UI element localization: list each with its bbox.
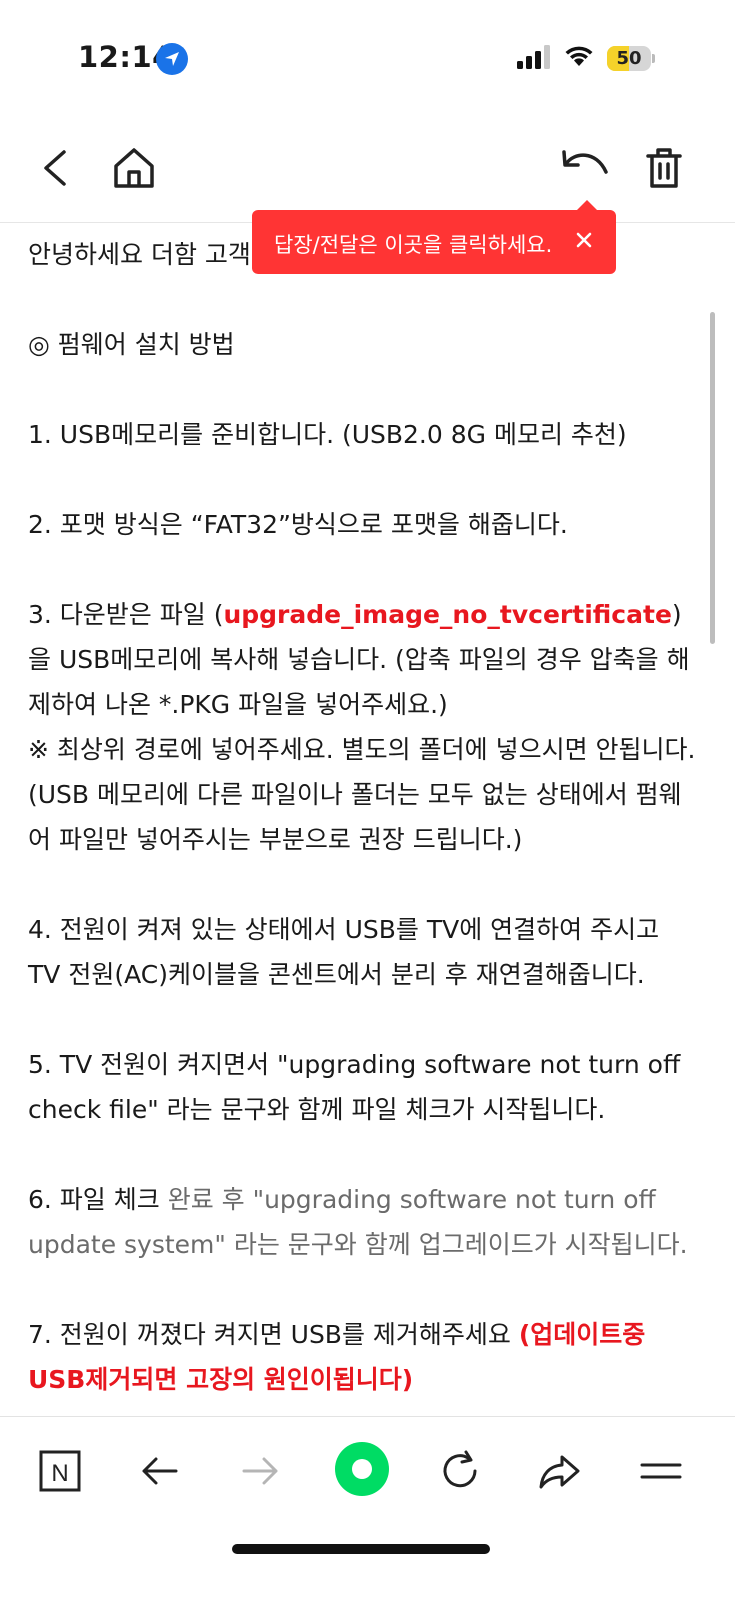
green-dot-icon bbox=[335, 1442, 389, 1496]
refresh-icon bbox=[443, 1450, 477, 1488]
reply-forward-button[interactable] bbox=[554, 138, 614, 198]
trash-icon bbox=[646, 148, 682, 188]
tooltip-text: 답장/전달은 이곳을 클릭하세요. bbox=[274, 233, 553, 257]
forward-arrow-icon bbox=[242, 1457, 278, 1485]
step-3: 3. 다운받은 파일 (upgrade_image_no_tvcertifica… bbox=[28, 600, 690, 719]
step-6: 6. 파일 체크 완료 후 "upgrading software not tu… bbox=[28, 1185, 688, 1259]
back-arrow-icon bbox=[142, 1457, 178, 1485]
mail-toolbar bbox=[0, 118, 735, 223]
browser-back-button[interactable] bbox=[130, 1441, 190, 1501]
home-icon bbox=[114, 148, 154, 188]
mail-body: 안녕하세요 더함 고객 ◎ 펌웨어 설치 방법 1. USB메모리를 준비합니다… bbox=[28, 232, 698, 1402]
delete-button[interactable] bbox=[634, 138, 694, 198]
scrollbar[interactable] bbox=[710, 312, 715, 644]
naver-n-icon: N bbox=[39, 1450, 81, 1492]
step-5: 5. TV 전원이 켜지면서 "upgrading software not t… bbox=[28, 1050, 681, 1124]
menu-icon bbox=[640, 1463, 682, 1479]
firmware-filename: upgrade_image_no_tvcertificate bbox=[223, 600, 672, 629]
step-7: 7. 전원이 꺼졌다 켜지면 USB를 제거해주세요 (업데이트중 USB제거되… bbox=[28, 1320, 646, 1394]
status-bar: 12:14 50 bbox=[0, 0, 735, 110]
menu-button[interactable] bbox=[630, 1441, 690, 1501]
step-4: 4. 전원이 켜져 있는 상태에서 USB를 TV에 연결하여 주시고 TV 전… bbox=[28, 915, 660, 989]
install-note: ※ 최상위 경로에 넣어주세요. 별도의 폴더에 넣으시면 안됩니다. (USB… bbox=[28, 735, 696, 854]
browser-bottom-bar: N bbox=[0, 1416, 735, 1601]
naver-n-label: N bbox=[51, 1460, 68, 1487]
share-icon bbox=[539, 1455, 580, 1489]
location-arrow-icon bbox=[156, 43, 188, 75]
install-heading: ◎ 펌웨어 설치 방법 bbox=[28, 330, 235, 359]
battery-level: 50 bbox=[616, 48, 642, 69]
close-icon[interactable] bbox=[570, 226, 598, 254]
refresh-button[interactable] bbox=[430, 1441, 490, 1501]
wifi-icon bbox=[565, 46, 593, 66]
reply-tooltip[interactable]: 답장/전달은 이곳을 클릭하세요. bbox=[252, 200, 616, 274]
step-1: 1. USB메모리를 준비합니다. (USB2.0 8G 메모리 추천) bbox=[28, 420, 627, 449]
naver-home-button[interactable]: N bbox=[30, 1441, 90, 1501]
reply-icon bbox=[562, 150, 608, 174]
back-button[interactable] bbox=[24, 138, 84, 198]
home-indicator[interactable] bbox=[232, 1544, 490, 1554]
home-button[interactable] bbox=[104, 138, 164, 198]
share-button[interactable] bbox=[530, 1441, 590, 1501]
cellular-signal-icon bbox=[517, 45, 550, 69]
green-dot-button[interactable] bbox=[330, 1437, 394, 1501]
battery-icon: 50 bbox=[607, 46, 655, 71]
step-2: 2. 포맷 방식은 “FAT32”방식으로 포맷을 해줍니다. bbox=[28, 510, 568, 539]
browser-forward-button[interactable] bbox=[230, 1441, 290, 1501]
back-chevron-icon bbox=[44, 150, 66, 186]
